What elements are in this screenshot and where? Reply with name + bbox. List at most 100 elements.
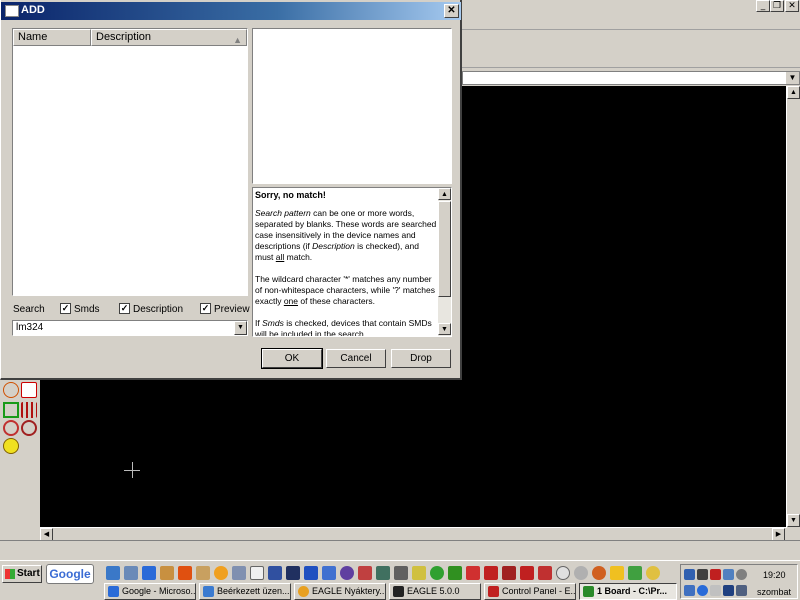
app-icon[interactable] <box>502 566 516 580</box>
app-icon[interactable] <box>520 566 534 580</box>
grid-icon[interactable] <box>21 402 37 418</box>
scroll-up-icon[interactable]: ▲ <box>438 188 451 200</box>
window-icon <box>5 5 19 17</box>
tools-icon[interactable] <box>160 566 174 580</box>
speaker-icon[interactable] <box>710 585 721 596</box>
app-icon[interactable] <box>178 566 192 580</box>
smds-label[interactable]: Smds <box>74 304 100 315</box>
task-label: Beérkezett üzen... <box>217 586 290 596</box>
tray-icon[interactable] <box>710 569 721 580</box>
app-icon[interactable] <box>394 566 408 580</box>
description-checkbox[interactable]: ✓ <box>119 303 130 314</box>
dialog-titlebar[interactable]: ADD ✕ <box>1 2 461 20</box>
drop-button[interactable]: Drop <box>391 349 451 368</box>
ok-button[interactable]: OK <box>261 348 323 369</box>
scroll-up-icon[interactable]: ▲ <box>787 86 800 99</box>
fit-window-icon[interactable] <box>3 402 19 418</box>
app-icon[interactable] <box>556 566 570 580</box>
app-icon[interactable] <box>538 566 552 580</box>
media-icon[interactable] <box>214 566 228 580</box>
tray-icon[interactable] <box>697 585 708 596</box>
save-icon[interactable] <box>268 566 282 580</box>
task-button-board[interactable]: 1 Board - C:\Pr... <box>579 583 677 600</box>
app-icon[interactable] <box>574 566 588 580</box>
device-list[interactable]: Name Description ▲ <box>12 28 248 296</box>
clock-time[interactable]: 19:20 <box>763 570 786 580</box>
tray-icon[interactable] <box>684 585 695 596</box>
task-button-eagle-browser[interactable]: EAGLE Nyáktery... <box>294 583 386 600</box>
app-icon[interactable] <box>376 566 390 580</box>
tray-icon[interactable] <box>736 569 747 580</box>
column-header-description-label: Description <box>96 31 152 43</box>
search-input-value[interactable]: lm324 <box>16 322 43 333</box>
task-app-icon <box>393 586 404 597</box>
search-dropdown-icon[interactable]: ▼ <box>234 321 247 335</box>
mark-tool-icon[interactable] <box>3 382 19 398</box>
task-label: EAGLE Nyáktery... <box>312 586 386 596</box>
app-icon[interactable] <box>484 566 498 580</box>
tray-icon[interactable] <box>736 585 747 596</box>
search-input[interactable]: lm324 ▼ <box>12 320 248 336</box>
app-icon[interactable] <box>628 566 642 580</box>
start-label: Start <box>17 568 40 579</box>
description-pane: Sorry, no match! Search pattern can be o… <box>252 187 452 337</box>
network-tray-icon[interactable] <box>684 569 695 580</box>
dialog-close-icon[interactable]: ✕ <box>444 4 459 18</box>
task-button-control-panel[interactable]: Control Panel - E... <box>484 583 576 600</box>
tray-icon[interactable] <box>723 585 734 596</box>
drc-warning-icon[interactable] <box>3 438 19 454</box>
preview-checkbox[interactable]: ✓ <box>200 303 211 314</box>
scroll-down-icon[interactable]: ▼ <box>438 323 451 335</box>
scroll-thumb[interactable] <box>438 201 451 297</box>
smds-checkbox[interactable]: ✓ <box>60 303 71 314</box>
task-label: Google - Microso... <box>122 586 196 596</box>
start-button[interactable]: Start <box>2 565 42 583</box>
app-icon[interactable] <box>646 566 660 580</box>
calculator-icon[interactable] <box>232 566 246 580</box>
scroll-down-icon[interactable]: ▼ <box>787 514 800 527</box>
task-label: Control Panel - E... <box>502 586 576 596</box>
zoom-out-icon[interactable] <box>21 420 37 436</box>
cancel-button[interactable]: Cancel <box>326 349 386 368</box>
zoom-in-icon[interactable] <box>3 420 19 436</box>
preview-label[interactable]: Preview <box>214 304 250 315</box>
warning-icon[interactable] <box>610 566 624 580</box>
tray-icon[interactable] <box>723 569 734 580</box>
task-button-inbox[interactable]: Beérkezett üzen... <box>199 583 291 600</box>
column-header-description[interactable]: Description ▲ <box>91 29 247 46</box>
column-header-name[interactable]: Name <box>13 29 91 46</box>
network-icon[interactable] <box>124 566 138 580</box>
tray-icon[interactable] <box>697 569 708 580</box>
minimize-button[interactable]: _ <box>756 0 770 12</box>
app-icon[interactable] <box>358 566 372 580</box>
app-icon[interactable] <box>466 566 480 580</box>
restore-button[interactable]: ❐ <box>770 0 784 12</box>
task-app-icon <box>203 586 214 597</box>
canvas-horizontal-scrollbar[interactable]: ◀ ▶ <box>40 527 786 541</box>
no-match-heading: Sorry, no match! <box>255 190 326 200</box>
task-app-icon <box>583 586 594 597</box>
app-icon[interactable] <box>412 566 426 580</box>
document-icon[interactable] <box>250 566 264 580</box>
app-icon[interactable] <box>304 566 318 580</box>
window-icon[interactable] <box>286 566 300 580</box>
description-scrollbar[interactable]: ▲ ▼ <box>438 188 451 336</box>
app-icon[interactable] <box>196 566 210 580</box>
app-icon[interactable] <box>592 566 606 580</box>
browser-icon[interactable] <box>142 566 156 580</box>
ratsnest-tool-icon[interactable] <box>21 382 37 398</box>
command-dropdown-arrow-icon[interactable]: ▼ <box>785 72 799 84</box>
description-label[interactable]: Description <box>133 304 183 315</box>
app-icon[interactable] <box>340 566 354 580</box>
task-button-google[interactable]: Google - Microso... <box>104 583 196 600</box>
ie-icon[interactable] <box>106 566 120 580</box>
google-toolbar[interactable]: Google <box>46 564 94 584</box>
task-app-icon <box>108 586 119 597</box>
command-line-input[interactable]: ▼ <box>462 71 800 85</box>
close-window-button[interactable]: ✕ <box>785 0 799 12</box>
app-icon[interactable] <box>430 566 444 580</box>
app-icon[interactable] <box>322 566 336 580</box>
task-button-eagle-console[interactable]: EAGLE 5.0.0 <box>389 583 481 600</box>
canvas-vertical-scrollbar[interactable]: ▲ ▼ <box>786 86 800 528</box>
app-icon[interactable] <box>448 566 462 580</box>
